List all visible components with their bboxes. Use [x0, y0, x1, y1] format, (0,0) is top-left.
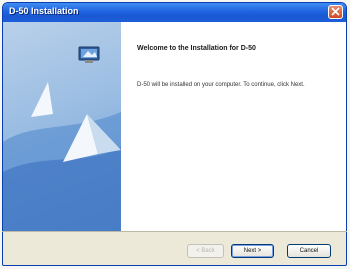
close-button[interactable] — [328, 5, 343, 19]
banner-graphic — [3, 82, 121, 232]
cancel-button[interactable]: Cancel — [287, 244, 331, 258]
window-title: D-50 Installation — [9, 6, 79, 16]
wizard-banner — [3, 22, 121, 232]
instruction-text: D-50 will be installed on your computer.… — [137, 82, 305, 88]
installer-window: D-50 Installation — [2, 2, 347, 266]
close-icon — [331, 7, 340, 16]
back-button[interactable]: < Back — [187, 244, 224, 258]
monitor-icon — [78, 46, 100, 63]
title-bar[interactable]: D-50 Installation — [3, 3, 346, 22]
next-button[interactable]: Next > — [231, 244, 274, 258]
content-panel — [121, 22, 346, 232]
footer-divider — [2, 231, 347, 232]
welcome-heading: Welcome to the Installation for D-50 — [137, 45, 256, 52]
